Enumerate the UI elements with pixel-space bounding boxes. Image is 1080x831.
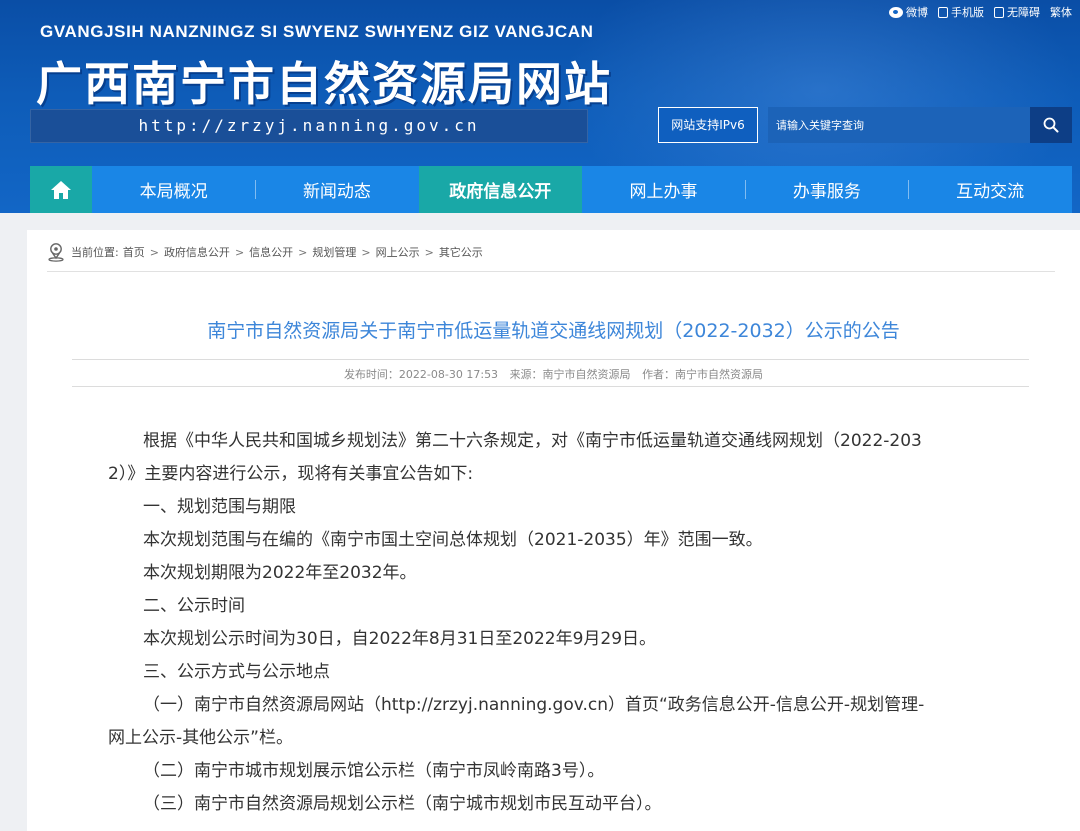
breadcrumb-separator: > (298, 245, 308, 259)
nav-item-online-services[interactable]: 网上办事 (582, 166, 745, 213)
accessibility-link[interactable]: 无障碍 (994, 4, 1040, 20)
ipv6-badge[interactable]: 网站支持IPv6 (658, 107, 758, 143)
article-meta: 发布时间：2022-08-30 17:53 来源：南宁市自然资源局 作者：南宁市… (27, 366, 1080, 382)
search-input[interactable] (768, 107, 1030, 143)
mobile-label: 手机版 (951, 6, 984, 19)
breadcrumb-online-notice[interactable]: 网上公示 (376, 244, 420, 260)
weibo-label: 微博 (906, 6, 928, 19)
traditional-chinese-link[interactable]: 繁体 (1050, 4, 1072, 20)
paragraph: （一）南宁市自然资源局网站（http://zrzyj.nanning.gov.c… (143, 695, 925, 715)
content-panel: 当前位置: 首页 > 政府信息公开 > 信息公开 > 规划管理 > 网上公示 >… (27, 230, 1080, 831)
article-title: 南宁市自然资源局关于南宁市低运量轨道交通线网规划（2022-2032）公示的公告 (207, 320, 900, 342)
paragraph: 2）》主要内容进行公示，现将有关事宜公告如下: (108, 464, 474, 484)
site-url: http://zrzyj.nanning.gov.cn (138, 116, 480, 135)
section-heading: 三、公示方式与公示地点 (143, 662, 330, 682)
article-source: 来源：南宁市自然资源局 (509, 368, 631, 381)
breadcrumb-info-disclosure[interactable]: 信息公开 (249, 244, 293, 260)
breadcrumb-separator: > (234, 245, 245, 259)
search-icon (1043, 117, 1059, 133)
breadcrumb-separator: > (149, 245, 159, 259)
search-button[interactable] (1030, 107, 1072, 143)
weibo-link[interactable]: 微博 (889, 4, 928, 20)
weibo-icon (889, 6, 903, 18)
breadcrumb: 当前位置: 首页 > 政府信息公开 > 信息公开 > 规划管理 > 网上公示 >… (47, 242, 483, 262)
nav-item-services[interactable]: 办事服务 (745, 166, 908, 213)
mobile-link[interactable]: 手机版 (938, 4, 984, 20)
title-divider-top (72, 359, 1029, 360)
paragraph: （三）南宁市自然资源局规划公示栏（南宁城市规划市民互动平台）。 (143, 794, 662, 814)
site-url-bar: http://zrzyj.nanning.gov.cn (30, 109, 588, 143)
breadcrumb-other-notice[interactable]: 其它公示 (439, 244, 483, 260)
paragraph: 本次规划范围与在编的《南宁市国土空间总体规划（2021-2035）年》范围一致。 (143, 530, 763, 550)
breadcrumb-divider (47, 271, 1055, 272)
nav-item-interaction[interactable]: 互动交流 (908, 166, 1071, 213)
paragraph: 根据《中华人民共和国城乡规划法》第二十六条规定，对《南宁市低运量轨道交通线网规划… (143, 431, 922, 451)
nav-item-bureau-overview[interactable]: 本局概况 (92, 166, 255, 213)
nav-home[interactable] (30, 166, 92, 213)
breadcrumb-planning[interactable]: 规划管理 (312, 244, 356, 260)
home-icon (51, 180, 71, 199)
accessibility-label: 无障碍 (1007, 6, 1040, 19)
article-author: 作者：南宁市自然资源局 (642, 368, 764, 381)
main-nav: 本局概况 新闻动态 政府信息公开 网上办事 办事服务 互动交流 (30, 166, 1072, 213)
traditional-chinese-label: 繁体 (1050, 6, 1072, 19)
paragraph: 网上公示-其他公示”栏。 (108, 728, 293, 748)
mobile-icon (938, 6, 948, 18)
publish-time: 发布时间：2022-08-30 17:53 (343, 368, 499, 381)
breadcrumb-separator: > (424, 245, 434, 259)
nav-item-gov-info[interactable]: 政府信息公开 (418, 166, 582, 213)
nav-item-news[interactable]: 新闻动态 (255, 166, 418, 213)
top-links: 微博 手机版 无障碍 繁体 (889, 4, 1072, 20)
site-title[interactable]: 广西南宁市自然资源局网站 (36, 48, 612, 114)
paragraph: 本次规划公示时间为30日，自2022年8月31日至2022年9月29日。 (143, 629, 657, 649)
location-pin-icon (48, 243, 64, 262)
title-divider-bottom (72, 386, 1029, 387)
accessibility-icon (994, 6, 1004, 18)
section-heading: 二、公示时间 (143, 596, 245, 616)
breadcrumb-separator: > (361, 245, 371, 259)
paragraph: 本次规划期限为2022年至2032年。 (143, 563, 417, 583)
section-heading: 一、规划范围与期限 (143, 497, 296, 517)
site-title-pinyin: GVANGJSIH NANZNINGZ SI SWYENZ SWHYENZ GI… (40, 22, 594, 41)
paragraph: （二）南宁市城市规划展示馆公示栏（南宁市凤岭南路3号）。 (143, 761, 605, 781)
breadcrumb-prefix: 当前位置: (71, 246, 119, 259)
breadcrumb-home[interactable]: 首页 (123, 244, 145, 260)
breadcrumb-gov-info[interactable]: 政府信息公开 (164, 244, 230, 260)
